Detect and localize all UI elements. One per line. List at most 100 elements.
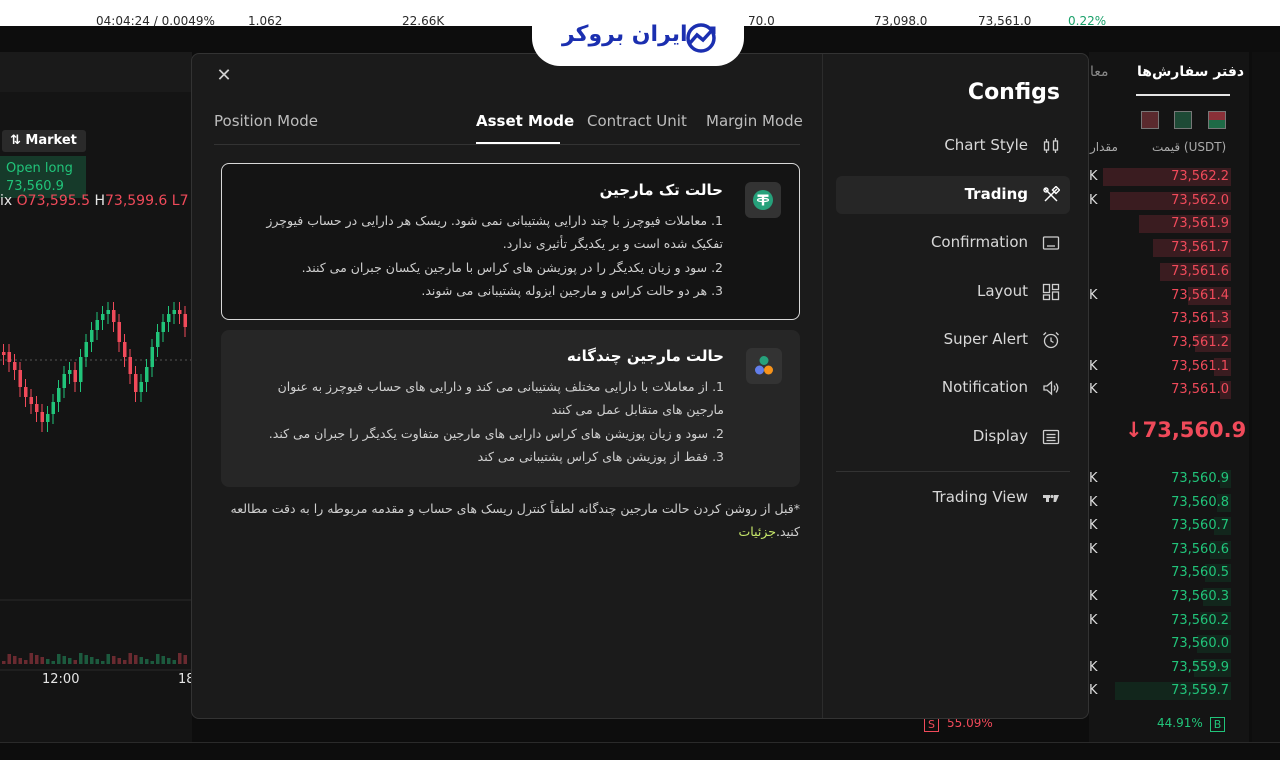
candle-body bbox=[178, 310, 182, 314]
configs-title: Configs bbox=[967, 80, 1060, 105]
volume-bar bbox=[167, 658, 171, 664]
last-price: ↓73,560.9 bbox=[1125, 418, 1247, 442]
ask-row[interactable]: K 73,562.2 bbox=[1089, 167, 1231, 187]
ask-row[interactable]: K 73,561.0 bbox=[1089, 380, 1231, 400]
price-chart-panel: ⇅ Market Open long 73,560.9 ix O73,595.5… bbox=[0, 52, 195, 742]
ask-amount: K bbox=[1089, 382, 1098, 398]
single-margin-option[interactable]: حالت تک مارجین 1. معاملات فیوچرز با چند … bbox=[221, 163, 800, 320]
ask-price: 73,561.2 bbox=[1171, 334, 1229, 350]
volume-bar bbox=[161, 656, 165, 664]
order-type-button[interactable]: ⇅ Market bbox=[2, 130, 86, 152]
bid-row[interactable]: K 73,559.7 bbox=[1089, 681, 1231, 701]
orderbook-view-asks-icon[interactable] bbox=[1141, 111, 1159, 129]
ask-price: 73,562.0 bbox=[1171, 192, 1229, 208]
ask-row[interactable]: K 73,561.4 bbox=[1089, 286, 1231, 306]
brand-logo: ایران بروکر bbox=[532, 10, 744, 66]
ticker-item: 70.0 bbox=[748, 14, 775, 28]
menu-item-display[interactable]: Display bbox=[836, 418, 1070, 456]
ask-row[interactable]: 73,561.9 bbox=[1089, 214, 1231, 234]
ticker-item: 73,098.0 bbox=[874, 14, 928, 28]
ticker-item: 22.66K bbox=[402, 14, 445, 28]
grid-icon bbox=[1042, 283, 1060, 301]
tab-asset-mode[interactable]: Asset Mode bbox=[476, 112, 574, 130]
multi-margin-desc: 3. فقط از پوزیشن های کراس پشتیبانی می کن… bbox=[477, 449, 724, 464]
bid-price: 73,560.0 bbox=[1171, 636, 1229, 652]
bid-row[interactable]: 73,560.0 bbox=[1089, 634, 1231, 654]
ask-price: 73,561.0 bbox=[1171, 382, 1229, 398]
menu-item-trading[interactable]: Trading bbox=[836, 176, 1070, 214]
candle-body bbox=[2, 352, 6, 355]
candle-body bbox=[73, 370, 77, 382]
column-price: قیمت (USDT) bbox=[1152, 140, 1227, 154]
multi-asset-icon bbox=[746, 348, 782, 384]
close-icon[interactable]: ✕ bbox=[214, 66, 234, 86]
bid-row[interactable]: K 73,560.3 bbox=[1089, 587, 1231, 607]
candle-body bbox=[156, 332, 160, 347]
right-edge-toolbar bbox=[1252, 52, 1280, 742]
ask-row[interactable]: 73,561.6 bbox=[1089, 262, 1231, 282]
multi-margin-desc: مارجین های متقابل عمل می کنند bbox=[551, 402, 724, 417]
menu-item-layout[interactable]: Layout bbox=[836, 273, 1070, 311]
bid-row[interactable]: K 73,560.2 bbox=[1089, 611, 1231, 631]
candle-body bbox=[112, 310, 116, 322]
bid-row[interactable]: K 73,560.6 bbox=[1089, 540, 1231, 560]
tab-contract-unit[interactable]: Contract Unit bbox=[587, 112, 687, 130]
menu-item-confirmation[interactable]: Confirmation bbox=[836, 224, 1070, 262]
bid-price: 73,560.9 bbox=[1171, 471, 1229, 486]
ask-row[interactable]: K 73,561.1 bbox=[1089, 357, 1231, 377]
orderbook-view-bids-icon[interactable] bbox=[1174, 111, 1192, 129]
ask-price: 73,561.7 bbox=[1171, 240, 1229, 256]
bid-price: 73,559.7 bbox=[1171, 683, 1229, 699]
volume-bar bbox=[29, 653, 33, 664]
bid-row[interactable]: K 73,559.9 bbox=[1089, 658, 1231, 678]
ask-row[interactable]: 73,561.3 bbox=[1089, 309, 1231, 329]
tab-margin-mode[interactable]: Margin Mode bbox=[706, 112, 803, 130]
ask-row[interactable]: K 73,562.0 bbox=[1089, 191, 1231, 211]
bid-row[interactable]: K 73,560.7 bbox=[1089, 516, 1231, 536]
volume-bar bbox=[62, 656, 66, 664]
volume-bar bbox=[112, 656, 116, 664]
single-margin-desc: 1. معاملات فیوچرز با چند دارایی پشتیبانی… bbox=[266, 213, 723, 228]
multi-margin-option[interactable]: حالت مارجین چندگانه 1. از معاملات با دار… bbox=[221, 330, 800, 487]
display-icon bbox=[1042, 429, 1060, 445]
volume-bar bbox=[183, 655, 187, 664]
multi-margin-warning: *قبل از روشن کردن حالت مارجین چندگانه لط… bbox=[230, 501, 800, 539]
volume-bar bbox=[123, 660, 127, 664]
bid-price: 73,559.9 bbox=[1171, 659, 1229, 675]
menu-item-chart-style[interactable]: Chart Style bbox=[836, 127, 1070, 165]
menu-item-trading-view[interactable]: Trading View bbox=[836, 479, 1070, 517]
details-link[interactable]: جزئیات bbox=[739, 524, 776, 539]
bid-amount: K bbox=[1089, 541, 1098, 557]
tab-position-mode[interactable]: Position Mode bbox=[214, 112, 318, 130]
candle-body bbox=[128, 357, 132, 374]
orderbook-view-both-icon[interactable] bbox=[1208, 111, 1226, 129]
tab-trades[interactable]: معا bbox=[1090, 64, 1109, 80]
bid-row[interactable]: 73,560.5 bbox=[1089, 563, 1231, 583]
ask-row[interactable]: 73,561.2 bbox=[1089, 333, 1231, 353]
ask-row[interactable]: 73,561.7 bbox=[1089, 238, 1231, 258]
multi-margin-desc: 2. سود و زیان پوزیشن های کراس دارایی های… bbox=[268, 426, 724, 441]
menu-item-notification[interactable]: Notification bbox=[836, 369, 1070, 407]
volume-bar bbox=[35, 655, 39, 664]
multi-margin-title: حالت مارجین چندگانه bbox=[566, 347, 724, 365]
menu-item-super-alert[interactable]: Super Alert bbox=[836, 321, 1070, 359]
candle-body bbox=[51, 402, 55, 414]
candle-body bbox=[106, 310, 110, 314]
ask-amount: K bbox=[1089, 192, 1098, 208]
bid-row[interactable]: K 73,560.8 bbox=[1089, 493, 1231, 513]
bid-amount: K bbox=[1089, 659, 1098, 675]
candle-body bbox=[84, 342, 88, 357]
candle-body bbox=[13, 362, 17, 370]
bid-row[interactable]: K 73,560.9 bbox=[1089, 469, 1231, 489]
candle-body bbox=[150, 347, 154, 367]
open-long-badge[interactable]: Open long 73,560.9 bbox=[0, 156, 86, 198]
buy-ratio: 44.91% bbox=[1157, 716, 1203, 730]
ask-price: 73,561.4 bbox=[1171, 287, 1229, 303]
single-margin-title: حالت تک مارجین bbox=[599, 181, 723, 199]
volume-bar bbox=[51, 661, 55, 664]
candle-body bbox=[18, 370, 22, 387]
open-long-label: Open long bbox=[6, 161, 73, 176]
candle-body bbox=[57, 388, 61, 402]
tab-orderbook[interactable]: دفتر سفارش‌ها bbox=[1137, 64, 1244, 80]
volume-bar bbox=[24, 660, 28, 664]
